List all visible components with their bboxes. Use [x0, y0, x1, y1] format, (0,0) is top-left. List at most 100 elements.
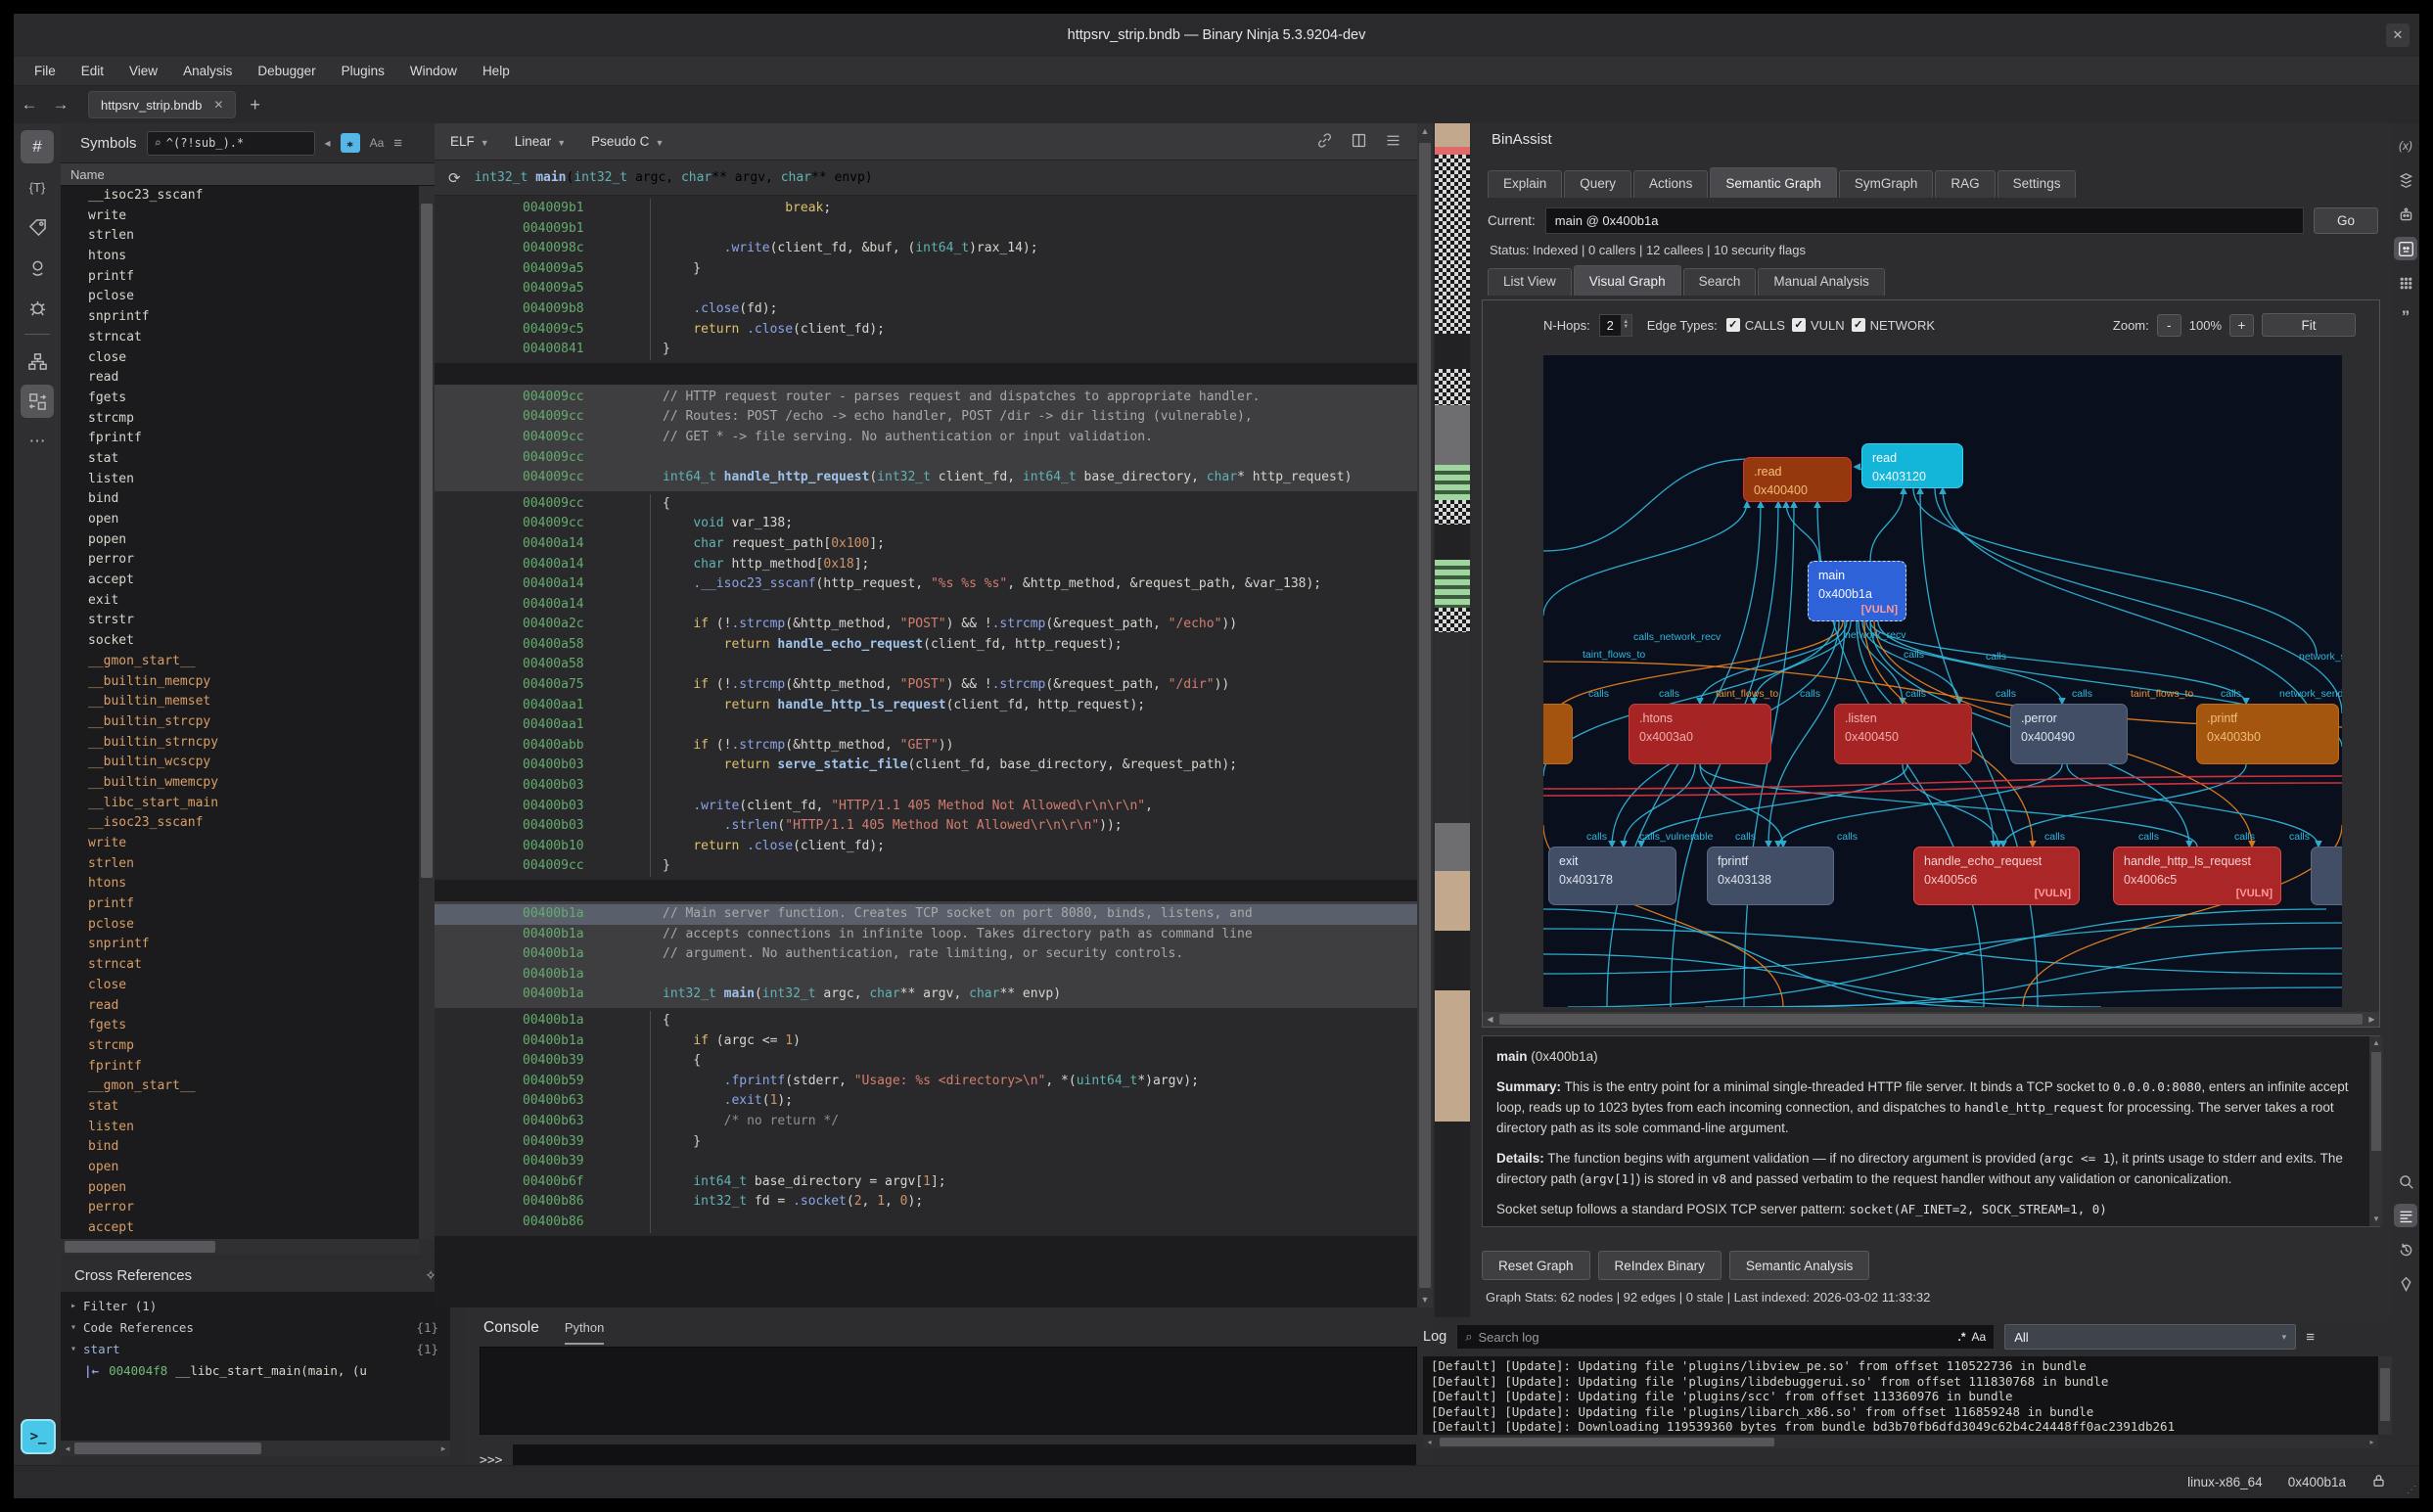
log-regex-icon[interactable]: .*: [1958, 1330, 1966, 1344]
case-toggle-icon[interactable]: Aa: [370, 136, 385, 150]
code-line[interactable]: 00400b86 int32_t fd = .socket(2, 1, 0);: [435, 1192, 1417, 1213]
code-line[interactable]: 00400b1a// accepts connections in infini…: [435, 925, 1417, 945]
symbol-item[interactable]: fprintf: [61, 1057, 419, 1077]
code-line[interactable]: 00400aa1: [435, 715, 1417, 736]
symbol-item[interactable]: open: [61, 1158, 419, 1178]
symbol-item[interactable]: strlen: [61, 854, 419, 875]
variables-icon[interactable]: (x): [2394, 134, 2417, 158]
history-icon[interactable]: [2394, 1238, 2417, 1261]
nav-back-icon[interactable]: ←: [14, 95, 45, 115]
il-dropdown[interactable]: Pseudo C▼: [591, 134, 664, 149]
window-close-button[interactable]: ✕: [2386, 23, 2410, 47]
symbol-item[interactable]: open: [61, 510, 419, 530]
code-line[interactable]: 004009cc// HTTP request router - parses …: [435, 388, 1417, 408]
symbol-item[interactable]: strncat: [61, 955, 419, 976]
code-line[interactable]: 004009cc: [435, 448, 1417, 469]
xrefs-entry-row[interactable]: |← 004004f8 __libc_start_main(main, (u: [61, 1360, 450, 1382]
code-line[interactable]: 004009cc{: [435, 494, 1417, 515]
code-line[interactable]: 00400b1a// Main server function. Creates…: [435, 904, 1417, 925]
lock-icon[interactable]: [2371, 1473, 2386, 1491]
menu-item-plugins[interactable]: Plugins: [329, 57, 397, 85]
code-line[interactable]: 004009cc// GET * -> file serving. No aut…: [435, 428, 1417, 448]
code-line[interactable]: 004009c5 return .close(client_fd);: [435, 320, 1417, 341]
code-line[interactable]: 00400b10 return .close(client_fd);: [435, 837, 1417, 857]
function-signature[interactable]: int32_t main(int32_t argc, char** argv, …: [475, 170, 873, 185]
tab-httpsrv-strip[interactable]: httpsrv_strip.bndb ✕: [88, 91, 236, 118]
code-line[interactable]: 00400b1aint32_t main(int32_t argc, char*…: [435, 985, 1417, 1005]
tab-close-icon[interactable]: ✕: [213, 98, 223, 112]
view-menu-icon[interactable]: [1385, 132, 1401, 152]
symbol-item[interactable]: htons: [61, 874, 419, 894]
assistant-icon[interactable]: [2394, 203, 2417, 226]
subtab-search[interactable]: Search: [1683, 268, 1757, 296]
code-line[interactable]: 00400a75 if (!.strcmp(&http_method, "POS…: [435, 675, 1417, 696]
reindex-binary-button[interactable]: ReIndex Binary: [1598, 1251, 1721, 1280]
code-line[interactable]: 00400abb if (!.strcmp(&http_method, "GET…: [435, 736, 1417, 756]
symbol-item[interactable]: strlen: [61, 226, 419, 247]
symbol-item[interactable]: socket: [61, 631, 419, 652]
menu-item-debugger[interactable]: Debugger: [245, 57, 328, 85]
console-output[interactable]: [480, 1347, 1417, 1435]
symbols-hscrollbar[interactable]: [61, 1239, 419, 1255]
symbol-item[interactable]: stat: [61, 449, 419, 470]
xrefs-filter-row[interactable]: ▸Filter (1): [61, 1296, 450, 1317]
refresh-icon[interactable]: ⟳: [448, 169, 461, 187]
code-line[interactable]: 004009cc void var_138;: [435, 514, 1417, 534]
symbol-item[interactable]: stat: [61, 1097, 419, 1118]
zoom-out-button[interactable]: -: [2157, 314, 2181, 337]
menu-item-help[interactable]: Help: [470, 57, 523, 85]
code-line[interactable]: 00400a14: [435, 595, 1417, 616]
code-line[interactable]: 004009cc// Routes: POST /echo -> echo ha…: [435, 407, 1417, 428]
symbol-item[interactable]: fgets: [61, 1016, 419, 1036]
tab-semantic-graph[interactable]: Semantic Graph: [1710, 167, 1837, 198]
symbol-item[interactable]: strncat: [61, 328, 419, 348]
code-line[interactable]: 00400b1a// argument. No authentication, …: [435, 944, 1417, 965]
xrefs-code-refs-row[interactable]: ▾Code References {1}: [61, 1317, 450, 1339]
menu-item-window[interactable]: Window: [397, 57, 470, 85]
symbol-item[interactable]: printf: [61, 267, 419, 288]
collapse-icon[interactable]: ◂: [325, 136, 331, 150]
symbol-item[interactable]: accept: [61, 1218, 419, 1239]
tag-icon[interactable]: [21, 210, 54, 244]
code-line[interactable]: 00400b39 {: [435, 1051, 1417, 1072]
symbol-item[interactable]: perror: [61, 550, 419, 571]
binassist-sidebar-icon[interactable]: [2394, 237, 2417, 260]
symbol-item[interactable]: accept: [61, 571, 419, 591]
view-dropdown[interactable]: Linear▼: [515, 134, 566, 149]
symbol-item[interactable]: __gmon_start__: [61, 1077, 419, 1097]
symbols-search-input[interactable]: ⌕ ^(?!sub_).*: [147, 131, 315, 156]
graph-node-handle-http-ls-request[interactable]: handle_http_ls_request0x4006c5[VULN]: [2113, 847, 2281, 905]
symbol-item[interactable]: write: [61, 834, 419, 854]
nav-forward-icon[interactable]: →: [45, 95, 76, 115]
graph-node-main[interactable]: main0x400b1a[VULN]: [1808, 561, 1906, 621]
xrefs-func-row[interactable]: ▾start {1}: [61, 1339, 450, 1360]
tab-python-console[interactable]: Python: [565, 1320, 604, 1345]
menu-item-analysis[interactable]: Analysis: [170, 57, 245, 85]
menu-item-edit[interactable]: Edit: [69, 57, 116, 85]
code-line[interactable]: 0040098c .write(client_fd, &buf, (int64_…: [435, 239, 1417, 259]
code-line[interactable]: 00400b63 .exit(1);: [435, 1091, 1417, 1112]
tab-symgraph[interactable]: SymGraph: [1839, 170, 1934, 198]
symbol-item[interactable]: __builtin_strncpy: [61, 733, 419, 754]
graph-node-htons[interactable]: .htons0x4003a0: [1629, 704, 1771, 764]
split-view-icon[interactable]: [1351, 132, 1367, 152]
edge-type-checkbox-vuln[interactable]: ✓VULN: [1792, 318, 1845, 333]
symbol-item[interactable]: strcmp: [61, 409, 419, 430]
symbol-item[interactable]: fprintf: [61, 429, 419, 449]
code-line[interactable]: 00400a14 char request_path[0x100];: [435, 534, 1417, 555]
symbol-item[interactable]: popen: [61, 530, 419, 551]
log-hscrollbar[interactable]: ◂▸: [1423, 1436, 2378, 1448]
symbol-item[interactable]: exit: [61, 591, 419, 612]
graph-node-fprintf[interactable]: fprintf0x403138: [1707, 847, 1834, 905]
graph-node-read[interactable]: read0x403120: [1861, 443, 1963, 488]
symbol-item[interactable]: printf: [61, 894, 419, 915]
code-line[interactable]: 00400a14 char http_method[0x18];: [435, 555, 1417, 575]
symbol-item[interactable]: __gmon_start__: [61, 652, 419, 672]
symbol-item[interactable]: bind: [61, 489, 419, 510]
tab-settings[interactable]: Settings: [1997, 170, 2077, 198]
symbol-item[interactable]: write: [61, 206, 419, 227]
code-line[interactable]: 00400b6f int64_t base_directory = argv[1…: [435, 1172, 1417, 1193]
symbol-item[interactable]: close: [61, 348, 419, 369]
go-button[interactable]: Go: [2314, 207, 2378, 234]
symbol-item[interactable]: __builtin_strcpy: [61, 712, 419, 733]
